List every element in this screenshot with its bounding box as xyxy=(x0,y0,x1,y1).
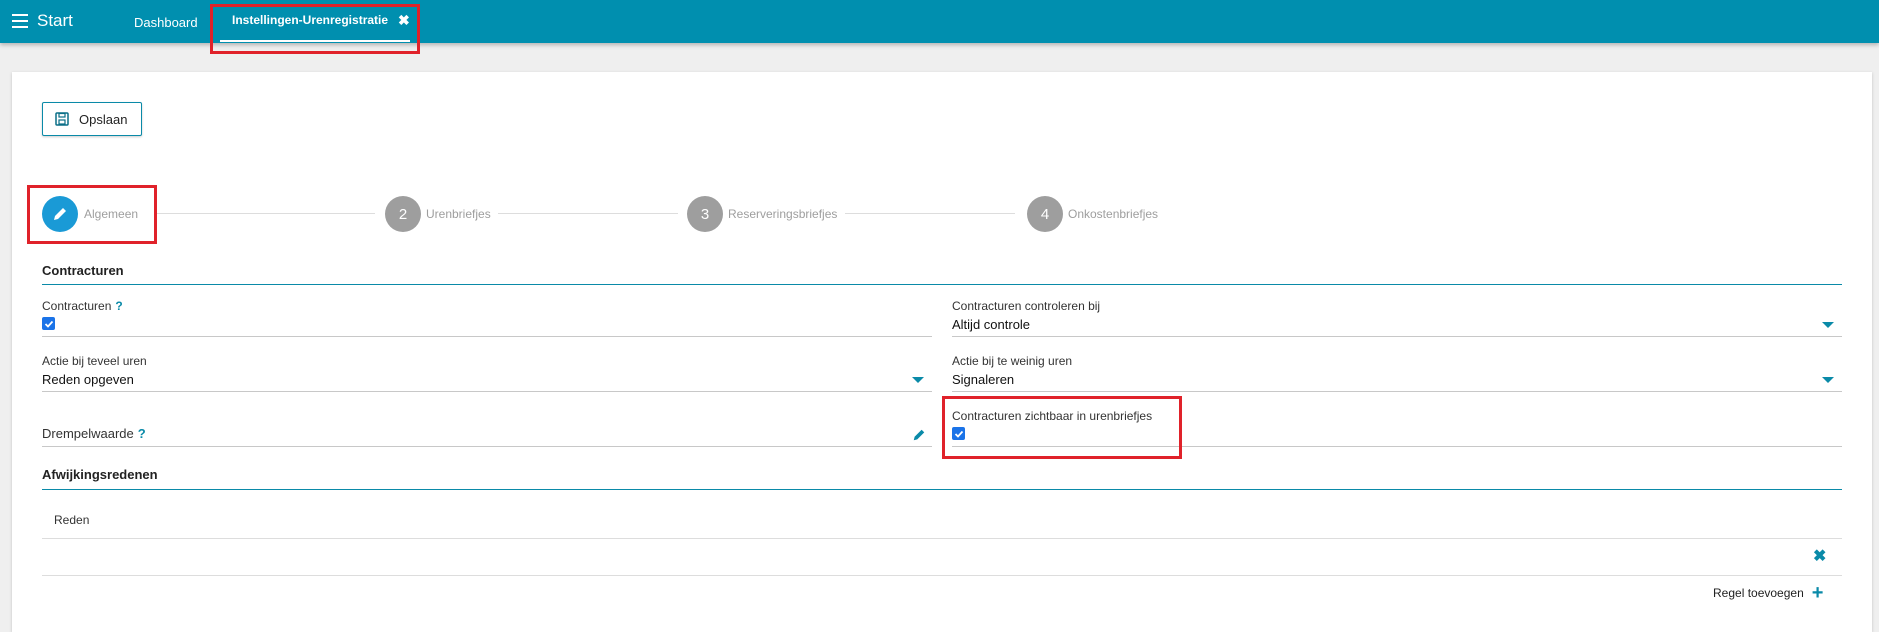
section-divider xyxy=(42,284,1842,285)
field-underline xyxy=(42,336,932,337)
step-label-onkostenbriefjes[interactable]: Onkostenbriefjes xyxy=(1068,207,1158,221)
nav-dashboard[interactable]: Dashboard xyxy=(134,15,198,30)
add-row-label: Regel toevoegen xyxy=(1713,586,1804,600)
drempelwaarde-label[interactable]: Drempelwaarde? xyxy=(42,426,146,441)
step-connector xyxy=(498,213,678,214)
controleren-select[interactable]: Altijd controle xyxy=(952,317,1030,332)
floppy-disk-icon xyxy=(55,112,69,126)
help-icon[interactable]: ? xyxy=(115,299,122,313)
section-divider xyxy=(42,489,1842,490)
controleren-label: Contracturen controleren bij xyxy=(952,299,1101,313)
step-4-onkostenbriefjes[interactable]: 4 xyxy=(1027,196,1063,232)
chevron-down-icon[interactable] xyxy=(1822,377,1834,383)
pencil-icon[interactable] xyxy=(912,428,926,442)
field-underline xyxy=(952,336,1842,337)
column-header-reden: Reden xyxy=(54,513,90,527)
contracturen-label: Contracturen? xyxy=(42,299,123,313)
pencil-icon xyxy=(54,208,66,220)
teveel-label: Actie bij teveel uren xyxy=(42,354,147,368)
save-button[interactable]: Opslaan xyxy=(42,102,142,136)
add-row-button[interactable]: Regel toevoegen + xyxy=(1713,582,1824,604)
teweinig-select[interactable]: Signaleren xyxy=(952,372,1014,387)
zichtbaar-label: Contracturen zichtbaar in urenbriefjes xyxy=(952,409,1153,423)
delete-row-icon[interactable]: ✖ xyxy=(1813,549,1826,565)
field-underline xyxy=(952,391,1842,392)
section-title-contracturen: Contracturen xyxy=(42,263,124,278)
field-underline xyxy=(42,391,932,392)
field-underline xyxy=(42,446,932,447)
hamburger-menu-icon[interactable] xyxy=(12,14,28,28)
step-3-reserveringsbriefjes[interactable]: 3 xyxy=(687,196,723,232)
table-row-divider xyxy=(42,575,1842,576)
chevron-down-icon[interactable] xyxy=(1822,322,1834,328)
table-header-divider xyxy=(42,538,1842,539)
step-connector xyxy=(155,213,375,214)
tab-label: Instellingen-Urenregistratie xyxy=(232,13,389,27)
step-label-reserveringsbriefjes[interactable]: Reserveringsbriefjes xyxy=(728,207,837,221)
top-bar: Start Dashboard Instellingen-Urenregistr… xyxy=(0,0,1879,43)
section-title-afwijkingsredenen: Afwijkingsredenen xyxy=(42,467,158,482)
contracturen-checkbox[interactable] xyxy=(42,317,55,330)
step-label-algemeen[interactable]: Algemeen xyxy=(84,207,138,221)
zichtbaar-checkbox[interactable] xyxy=(952,427,965,440)
field-underline xyxy=(952,446,1842,447)
save-label: Opslaan xyxy=(79,111,128,127)
step-1-algemeen[interactable] xyxy=(42,196,78,232)
close-icon[interactable]: ✖ xyxy=(398,13,410,27)
app-title[interactable]: Start xyxy=(37,11,73,31)
checkmark-icon xyxy=(954,430,963,438)
teweinig-label: Actie bij te weinig uren xyxy=(952,354,1073,368)
step-label-urenbriefjes[interactable]: Urenbriefjes xyxy=(426,207,491,221)
tab-instellingen-urenregistratie[interactable]: Instellingen-Urenregistratie ✖ xyxy=(220,13,422,43)
checkmark-icon xyxy=(44,320,53,328)
teveel-select[interactable]: Reden opgeven xyxy=(42,372,134,387)
step-2-urenbriefjes[interactable]: 2 xyxy=(385,196,421,232)
tab-underline xyxy=(220,40,410,42)
content-card xyxy=(12,72,1872,632)
chevron-down-icon[interactable] xyxy=(912,377,924,383)
step-connector xyxy=(845,213,1015,214)
help-icon[interactable]: ? xyxy=(138,426,146,441)
plus-icon: + xyxy=(1811,582,1824,604)
